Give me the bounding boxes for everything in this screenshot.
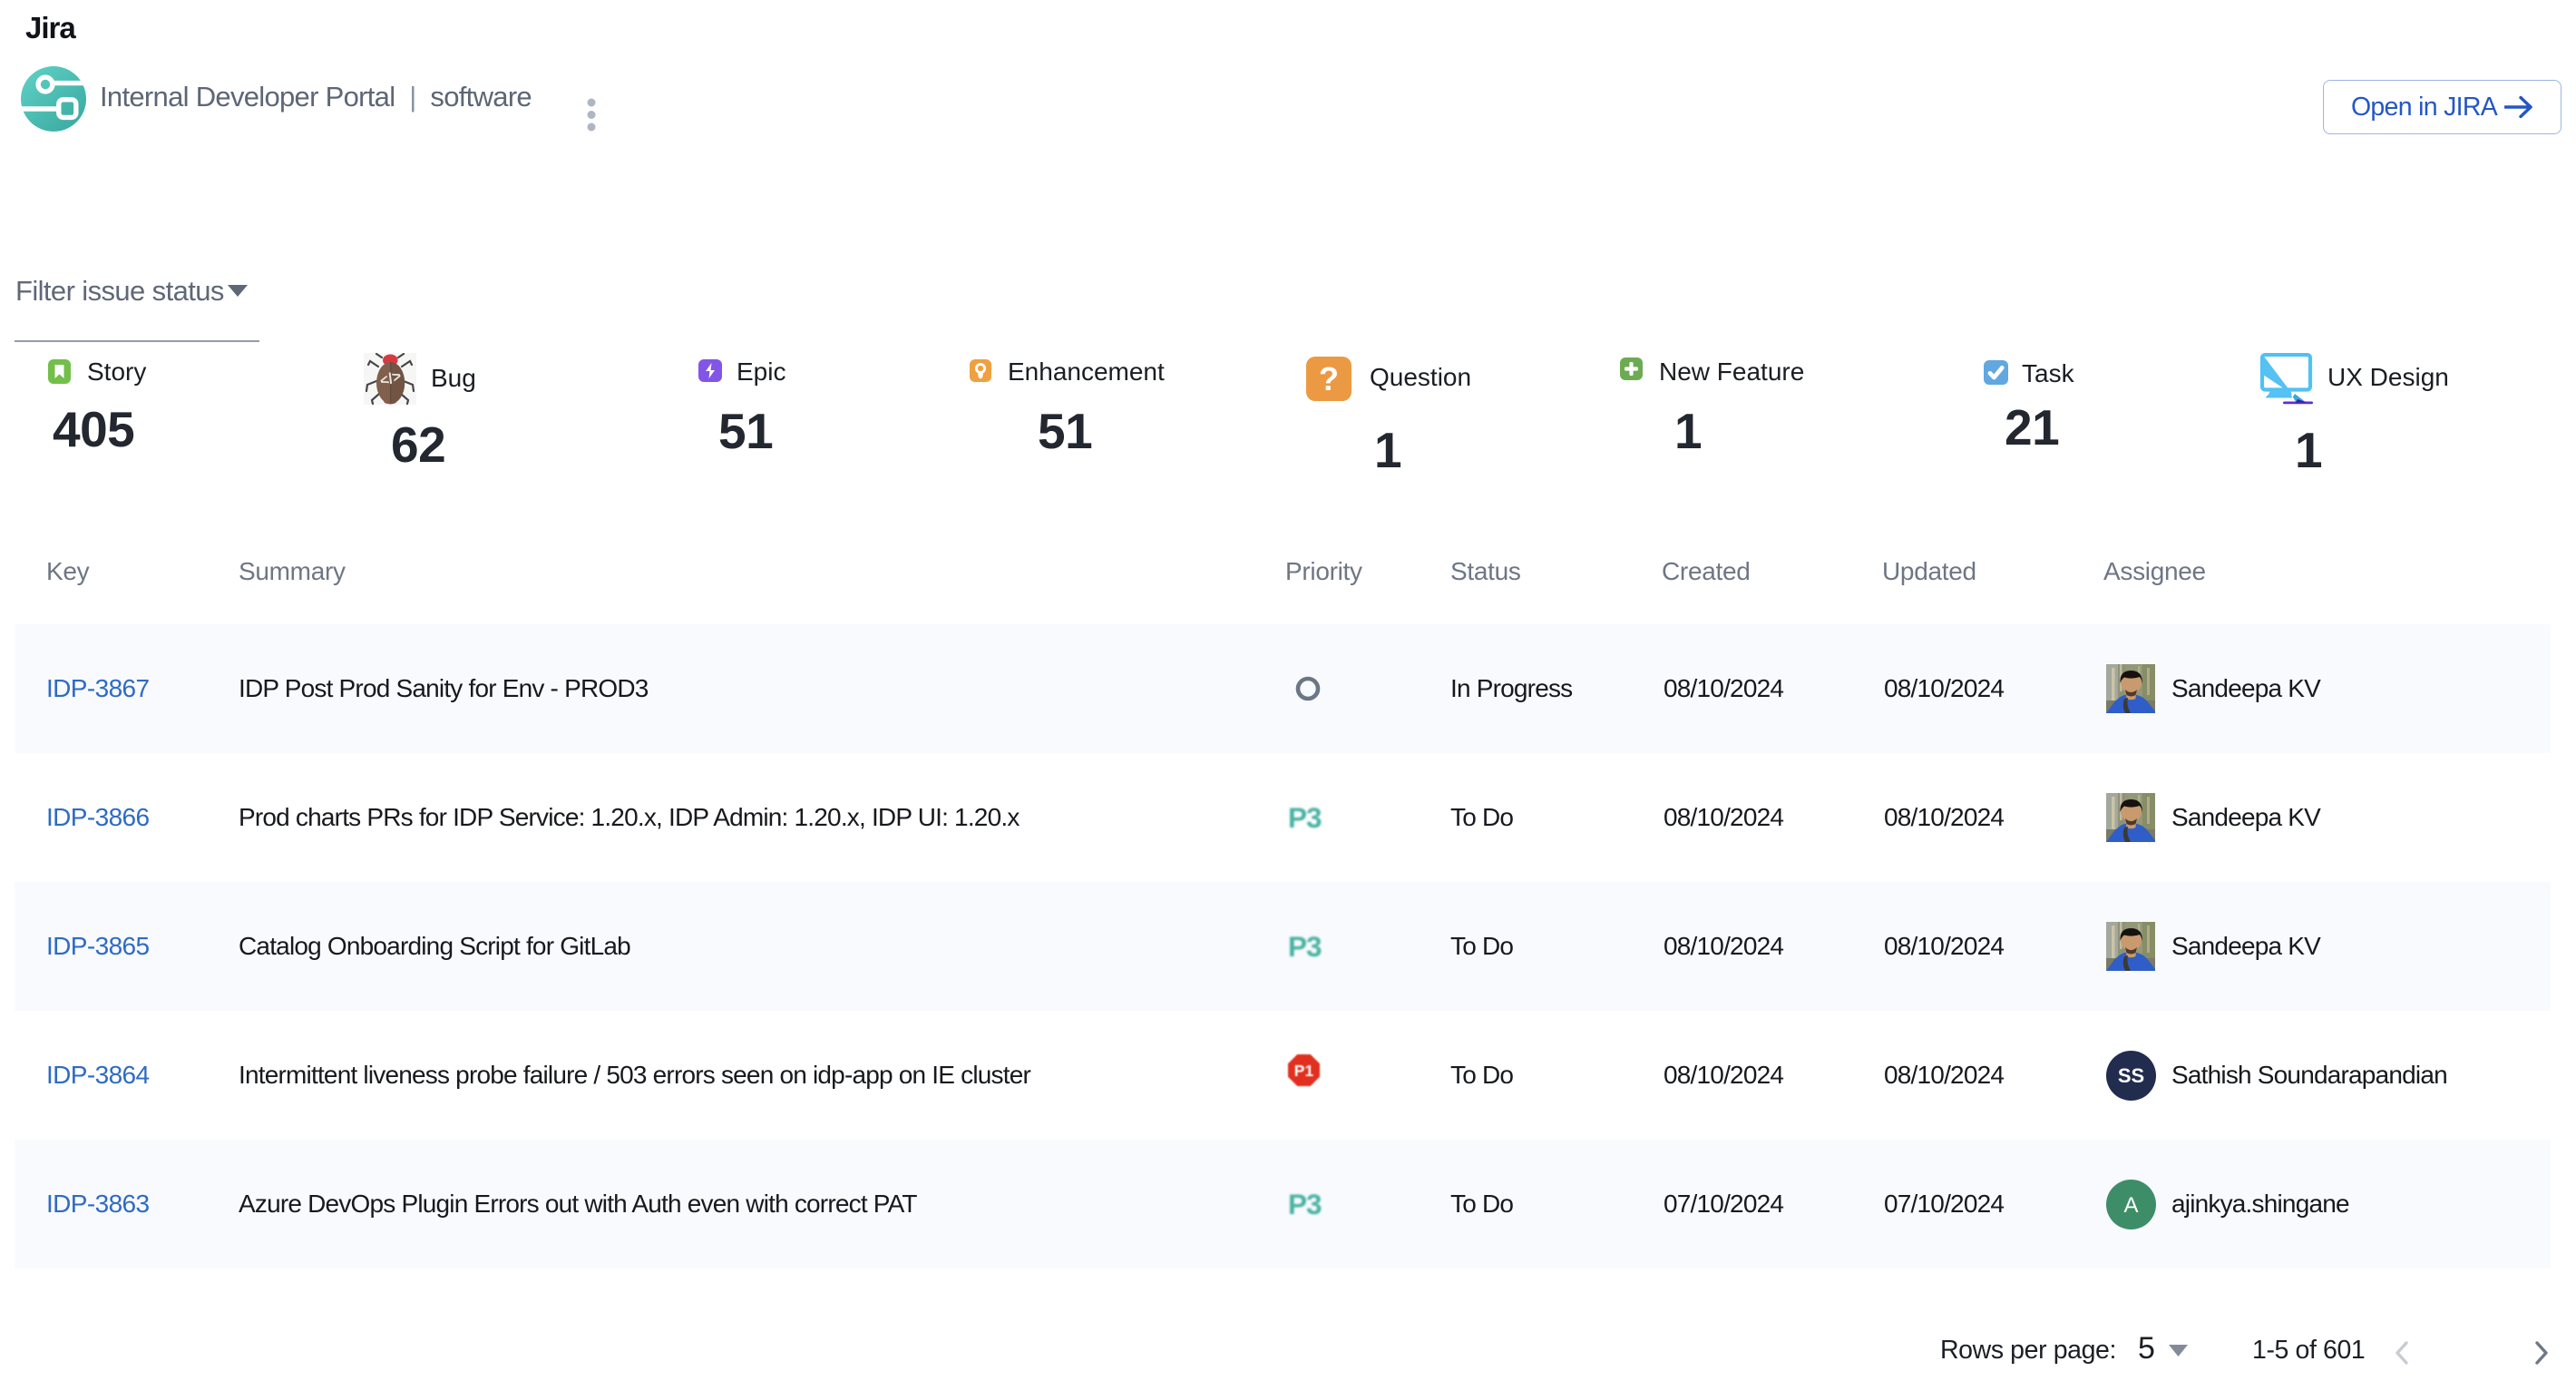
svg-text:P1: P1: [1294, 1062, 1314, 1080]
svg-text:A: A: [2123, 1193, 2138, 1218]
svg-text:?: ?: [1319, 360, 1339, 397]
svg-text:SS: SS: [2118, 1064, 2144, 1087]
